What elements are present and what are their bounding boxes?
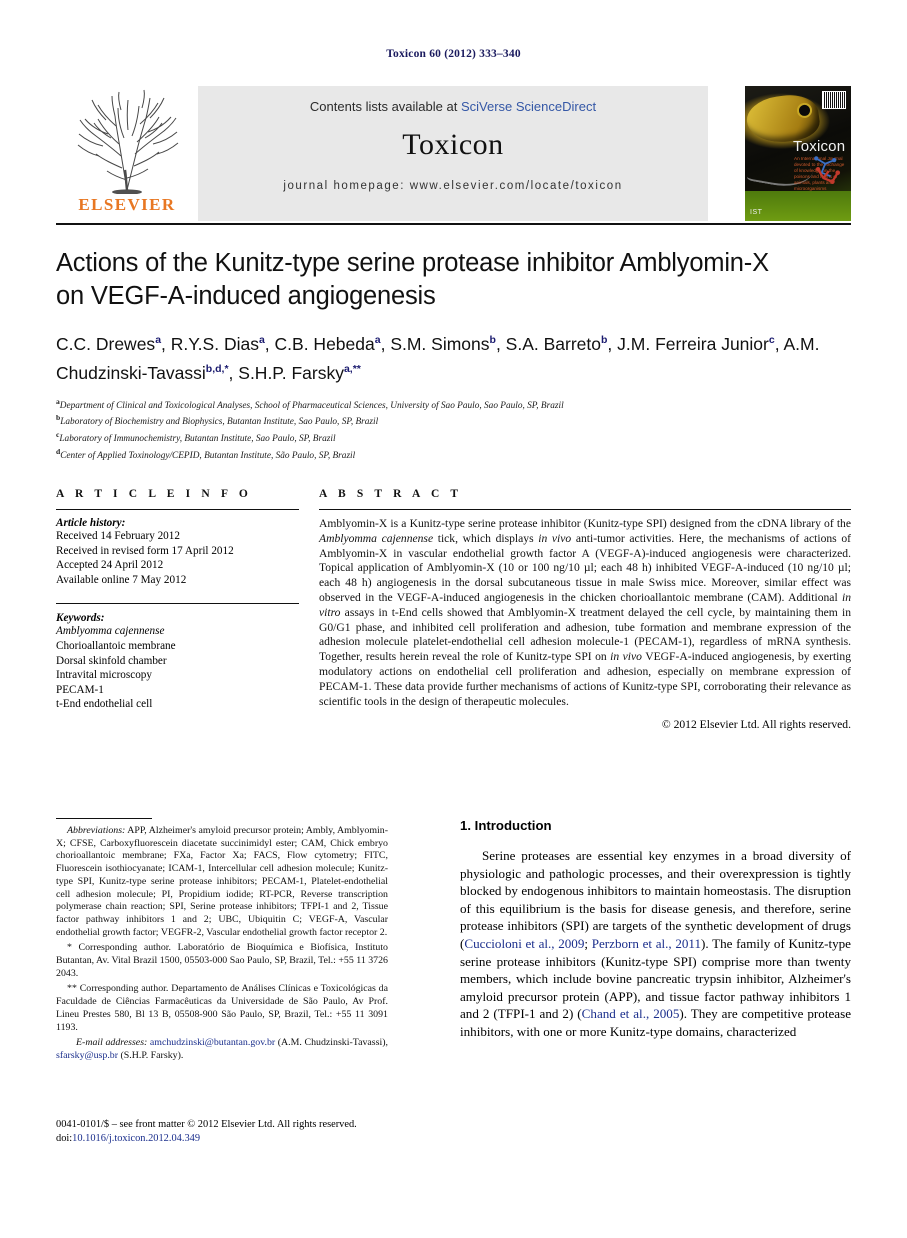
page-footer: 0041-0101/$ – see front matter © 2012 El… [56,1118,556,1146]
keywords-label: Keywords: [56,612,105,625]
abbreviations-note: Abbreviations: APP, Alzheimer's amyloid … [56,825,388,938]
doi-line: doi:10.1016/j.toxicon.2012.04.349 [56,1132,556,1146]
introduction-heading: 1. Introduction [460,818,552,833]
abstract-text: Amblyomin-X is a Kunitz-type serine prot… [319,517,851,708]
article-history-item: Received in revised form 17 April 2012 [56,544,234,557]
cover-bottom-band [745,191,851,221]
keyword-item: Chorioallantoic membrane [56,639,176,652]
introduction-column: 1. Introduction Serine proteases are ess… [460,818,851,1041]
cover-barcode-icon [822,91,846,109]
author-affiliation-marker: a [155,334,162,346]
page-title: Actions of the Kunitz-type serine protea… [56,247,856,313]
author-name: S.A. Barreto [505,333,601,354]
author-name: S.H.P. Farsky [238,362,344,383]
affiliation-list: aDepartment of Clinical and Toxicologica… [56,396,856,463]
affiliation-item: cLaboratory of Immunochemistry, Butantan… [56,430,336,445]
doi-prefix: doi: [56,1133,73,1144]
author-name: R.Y.S. Dias [170,333,259,354]
affiliation-marker: a [56,396,60,406]
keywords-rule [56,603,299,605]
journal-homepage-link[interactable]: journal homepage: www.elsevier.com/locat… [198,180,708,192]
contents-prefix: Contents lists available at [309,99,461,114]
front-matter-line: 0041-0101/$ – see front matter © 2012 El… [56,1119,357,1130]
article-title-line2: on VEGF-A-induced angiogenesis [56,282,436,310]
elsevier-logo: ELSEVIER [56,86,198,221]
corresponding-author-note-1: * Corresponding author. Laboratório de B… [56,942,388,979]
affiliation-item: bLaboratory of Biochemistry and Biophysi… [56,413,379,428]
article-info-column: A R T I C L E I N F O Article history: R… [56,488,299,712]
masthead-bottom-rule [56,223,851,225]
journal-masthead: ELSEVIER Contents lists available at Sci… [56,86,851,221]
abstract-column: A B S T R A C T Amblyomin-X is a Kunitz-… [319,488,851,731]
author-name: C.C. Drewes [56,333,156,354]
author-name: S.M. Simons [390,333,490,354]
author-name: C.B. Hebeda [274,333,375,354]
article-history-label: Article history: [56,517,126,529]
molecule-icon [814,156,841,184]
author-name: J.M. Ferreira Junior [617,333,769,354]
cover-publisher-tag: IST [750,209,763,216]
elsevier-tree-icon [77,89,179,194]
affiliation-marker: b [56,413,61,423]
author-affiliation-marker: a [374,334,381,346]
elsevier-wordmark: ELSEVIER [78,195,176,214]
author-affiliation-marker: b [489,334,496,346]
sciencedirect-link[interactable]: SciVerse ScienceDirect [461,99,596,114]
bottom-columns: Abbreviations: APP, Alzheimer's amyloid … [56,818,851,1148]
contents-available-line: Contents lists available at SciVerse Sci… [198,99,708,114]
abstract-rule [319,509,851,510]
email-addresses-note: E-mail addresses: amchudzinski@butantan.… [56,1037,388,1061]
affiliation-item: dCenter of Applied Toxinology/CEPID, But… [56,446,356,461]
doi-link[interactable]: 10.1016/j.toxicon.2012.04.349 [72,1133,200,1144]
author-affiliation-marker: b,d,* [205,362,229,375]
author-affiliation-marker: a [258,334,265,346]
corresponding-author-note-2: ** Corresponding author. Departamento de… [56,983,388,1033]
author-affiliation-marker: a,** [343,362,361,375]
journal-title: Toxicon [402,128,504,161]
author-list: C.C. Drewesa, R.Y.S. Diasa, C.B. Hebedaa… [56,333,820,383]
keywords-list: Amblyomma cajennense Chorioallantoic memb… [56,624,299,712]
article-title-line1: Actions of the Kunitz-type serine protea… [56,249,769,277]
journal-cover-thumbnail[interactable]: Toxicon An International Journal devoted… [745,86,851,221]
masthead-center: Contents lists available at SciVerse Sci… [198,86,708,221]
article-info-rule [56,509,299,510]
affiliation-marker: c [56,430,60,440]
running-head: Toxicon 60 (2012) 333–340 [386,48,521,60]
affiliation-marker: d [56,446,61,456]
footnotes-column: Abbreviations: APP, Alzheimer's amyloid … [56,818,388,1066]
keyword-item: Dorsal skinfold chamber [56,654,167,667]
keyword-item: Intravital microscopy [56,669,152,682]
article-history-item: Received 14 February 2012 [56,530,180,542]
affiliation-item: aDepartment of Clinical and Toxicologica… [56,396,564,411]
keyword-item: Amblyomma cajennense [56,625,165,638]
author-affiliation-marker: b [601,334,608,346]
article-history-item: Accepted 24 April 2012 [56,559,164,572]
article-history-item: Available online 7 May 2012 [56,573,187,586]
cover-artwork: Toxicon An International Journal devoted… [745,86,851,221]
abstract-heading: A B S T R A C T [319,488,463,500]
abstract-copyright: © 2012 Elsevier Ltd. All rights reserved… [661,718,851,732]
keyword-item: PECAM-1 [56,683,104,696]
footnote-separator-rule [56,818,152,819]
title-block: Actions of the Kunitz-type serine protea… [56,247,856,462]
author-affiliation-marker: c [768,334,775,346]
article-page: Toxicon 60 (2012) 333–340 ELSEVIER Conte… [0,0,907,1238]
keyword-item: t-End endothelial cell [56,698,153,711]
introduction-paragraph: Serine proteases are essential key enzym… [460,848,852,1039]
article-history-list: Received 14 February 2012 Received in rev… [56,529,299,587]
article-info-heading: A R T I C L E I N F O [56,488,252,500]
